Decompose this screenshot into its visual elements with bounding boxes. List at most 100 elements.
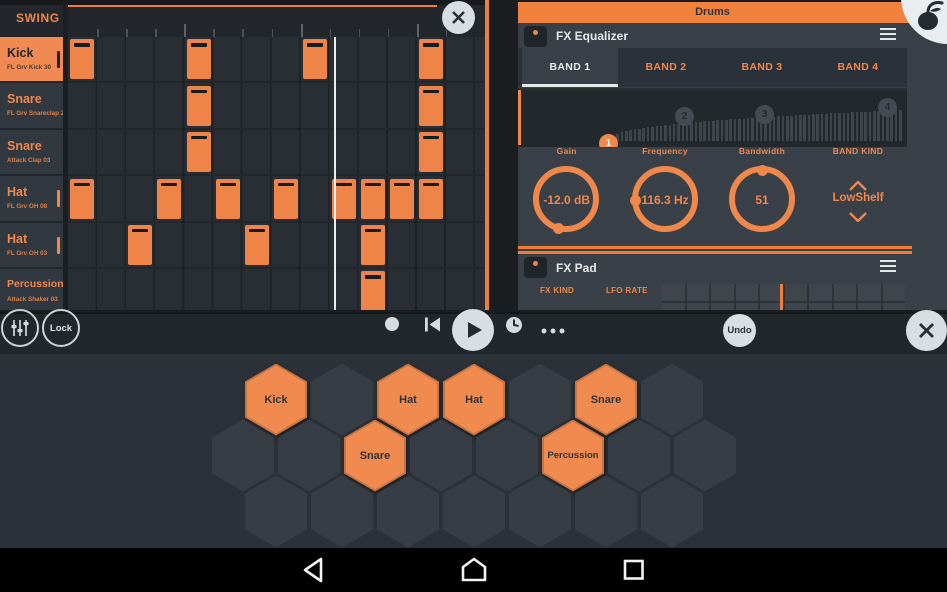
fxpad-cell[interactable]	[809, 303, 832, 310]
spectrum-bar	[708, 121, 711, 141]
drum-pad-empty[interactable]	[443, 476, 505, 548]
ruler-tick	[184, 24, 186, 37]
fxpad-cell[interactable]	[858, 284, 881, 301]
fxpad-cell[interactable]	[834, 303, 857, 310]
step-cell-active[interactable]	[419, 132, 443, 172]
fl-fruit-icon	[916, 0, 947, 34]
eq-tab-band2[interactable]: BAND 2	[618, 48, 714, 87]
step-cell-active[interactable]	[361, 179, 385, 219]
fxpad-cell[interactable]	[883, 303, 906, 310]
graph-gridline	[518, 89, 907, 90]
step-cell-active[interactable]	[157, 179, 181, 219]
eq-tab-band1[interactable]: BAND 1	[522, 48, 618, 87]
fxpad-cell[interactable]	[785, 284, 808, 301]
step-cell-active[interactable]	[361, 225, 385, 265]
drum-pad-empty[interactable]	[641, 476, 703, 548]
drum-pad-percussion[interactable]: Percussion	[542, 420, 604, 492]
step-cell-active[interactable]	[70, 179, 94, 219]
band-marker-2[interactable]: 2	[675, 107, 694, 126]
step-cell-active[interactable]	[419, 179, 443, 219]
eq-enable-toggle[interactable]	[524, 26, 547, 47]
drum-pad-hat[interactable]: Hat	[443, 364, 505, 436]
step-cell-active[interactable]	[128, 225, 152, 265]
drum-pad-empty[interactable]	[674, 420, 736, 492]
band-marker-1[interactable]: 1	[599, 134, 618, 148]
drum-pad-empty[interactable]	[245, 476, 307, 548]
record-button[interactable]	[385, 317, 399, 331]
step-row[interactable]	[68, 130, 485, 174]
fxpad-cell[interactable]	[662, 284, 685, 301]
drum-pad-snare[interactable]: Snare	[344, 420, 406, 492]
step-row[interactable]	[68, 269, 485, 310]
fxpad-menu-icon[interactable]	[880, 260, 896, 275]
step-cell-active[interactable]	[187, 39, 211, 79]
tempo-button[interactable]	[505, 316, 523, 339]
track-label[interactable]: KickFL Grv Kick 30	[0, 37, 63, 81]
band-marker-3[interactable]: 3	[755, 105, 774, 124]
fxpad-enable-toggle[interactable]	[524, 257, 547, 278]
step-cell-active[interactable]	[216, 179, 240, 219]
fxpad-cell[interactable]	[711, 284, 734, 301]
lock-button[interactable]: Lock	[42, 309, 80, 347]
ruler-tick	[417, 24, 419, 37]
track-label[interactable]: SnareAttack Clap 03	[0, 130, 63, 174]
eq-tab-band4[interactable]: BAND 4	[810, 48, 906, 87]
eq-graph[interactable]: 1 2 3 4	[518, 88, 907, 147]
nav-home-button[interactable]	[459, 556, 489, 588]
track-label[interactable]: HatFL Grv OH 03	[0, 223, 63, 267]
step-cell-active[interactable]	[390, 179, 414, 219]
fxpad-step-grid[interactable]	[662, 284, 905, 310]
fxpad-cell[interactable]	[687, 303, 710, 310]
channel-name: Drums	[518, 6, 907, 18]
bandkind-down-chevron[interactable]	[849, 209, 867, 227]
fxpad-cell[interactable]	[809, 284, 832, 301]
close-sequencer-button[interactable]	[442, 1, 475, 34]
nav-back-button[interactable]	[301, 556, 325, 589]
play-button[interactable]	[452, 309, 494, 351]
eq-tab-band3[interactable]: BAND 3	[714, 48, 810, 87]
track-label[interactable]: SnareFL Grv Snareclap 24	[0, 83, 63, 127]
channel-selector-bar[interactable]: Drums	[518, 0, 947, 23]
step-cell-active[interactable]	[419, 39, 443, 79]
step-cell-active[interactable]	[303, 39, 327, 79]
panel-expand-arrow-icon[interactable]	[488, 130, 489, 158]
step-cell-active[interactable]	[187, 86, 211, 126]
step-cell-active[interactable]	[245, 225, 269, 265]
spectrum-bar	[664, 125, 667, 141]
undo-button[interactable]: Undo	[723, 314, 756, 347]
spectrum-bar	[625, 131, 628, 141]
nav-recents-button[interactable]	[622, 558, 646, 587]
eq-menu-icon[interactable]	[880, 28, 896, 43]
step-row[interactable]	[68, 83, 485, 127]
drum-pad-empty[interactable]	[641, 364, 703, 436]
step-row[interactable]	[68, 223, 485, 267]
step-cell-active[interactable]	[361, 271, 385, 310]
band-marker-4[interactable]: 4	[878, 98, 897, 117]
fxpad-cell[interactable]	[785, 303, 808, 310]
close-pads-button[interactable]	[906, 310, 947, 351]
step-row[interactable]	[68, 176, 485, 220]
track-label[interactable]: PercussionAttack Shaker 03	[0, 269, 63, 310]
fxpad-cell[interactable]	[662, 303, 685, 310]
fxpad-cell[interactable]	[736, 284, 759, 301]
rewind-button[interactable]	[424, 317, 441, 337]
step-velocity-notch	[423, 136, 439, 139]
fxpad-cell[interactable]	[711, 303, 734, 310]
control-button[interactable]	[541, 321, 567, 339]
step-row[interactable]	[68, 37, 485, 81]
drum-pad-kick[interactable]: Kick	[245, 364, 307, 436]
fxpad-cell[interactable]	[858, 303, 881, 310]
fxpad-cell[interactable]	[883, 284, 906, 301]
fxpad-cell[interactable]	[736, 303, 759, 310]
bandkind-value[interactable]: LowShelf	[803, 192, 913, 204]
step-cell-active[interactable]	[419, 86, 443, 126]
step-cell-active[interactable]	[70, 39, 94, 79]
spectrum-bar	[803, 115, 806, 141]
step-cell-active[interactable]	[187, 132, 211, 172]
step-cell-active[interactable]	[274, 179, 298, 219]
mixer-button[interactable]	[1, 309, 39, 347]
fxpad-cell[interactable]	[687, 284, 710, 301]
track-label[interactable]: HatFL Grv OH 08	[0, 176, 63, 220]
fxpad-cell[interactable]	[834, 284, 857, 301]
step-grid[interactable]	[68, 37, 485, 310]
